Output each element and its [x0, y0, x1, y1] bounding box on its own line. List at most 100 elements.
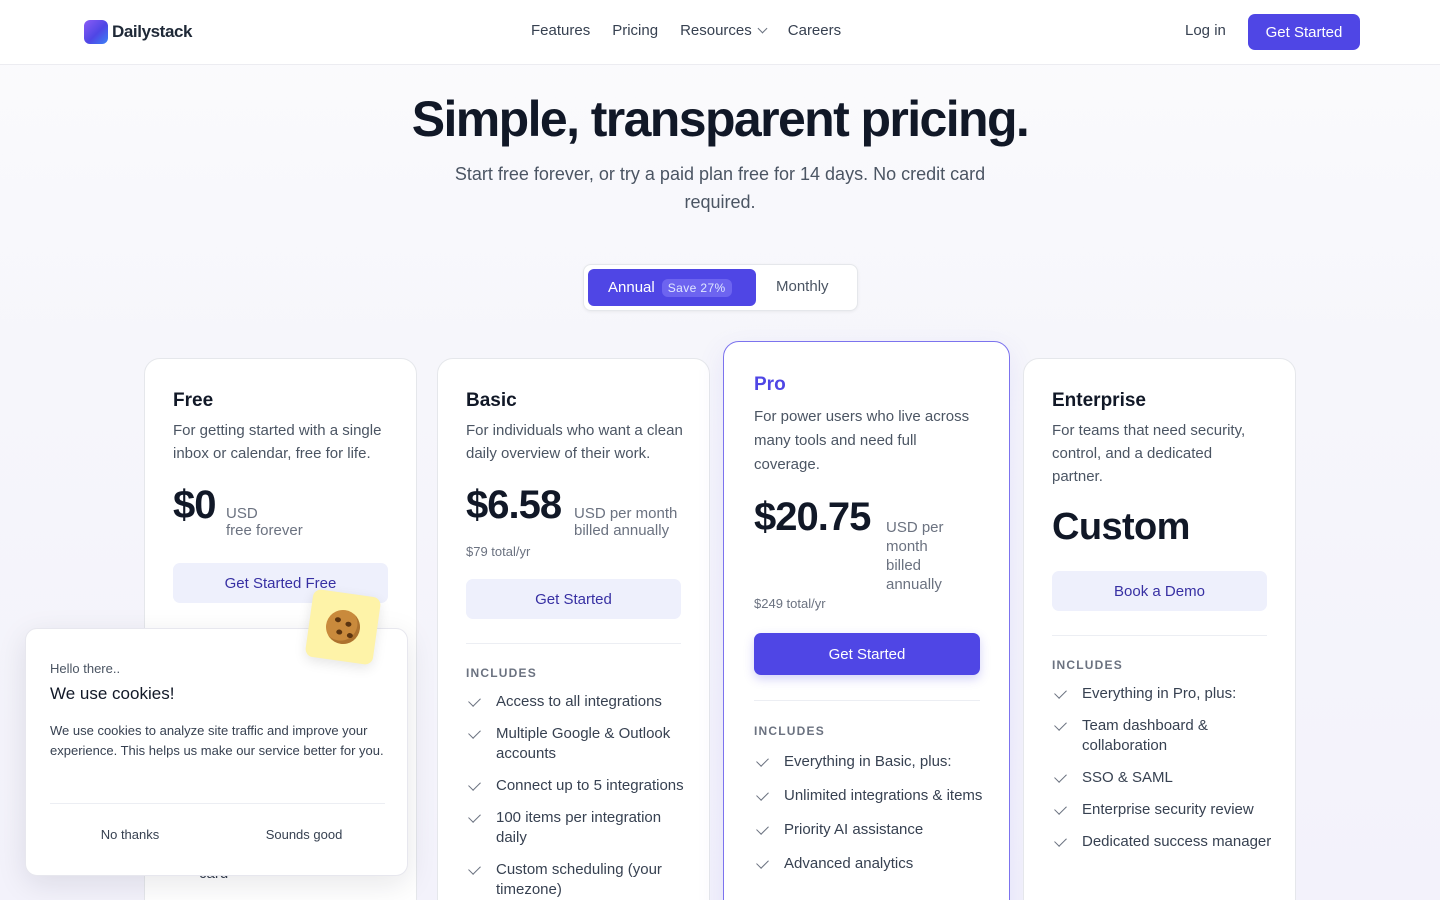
includes-label: INCLUDES: [466, 666, 537, 680]
check-icon: [468, 694, 481, 707]
price-unit: USD: [226, 505, 258, 522]
feature-item: Multiple Google & Outlook accounts: [466, 724, 686, 764]
nav-link-features[interactable]: Features: [531, 22, 590, 39]
check-icon: [756, 788, 769, 801]
login-link[interactable]: Log in: [1185, 22, 1226, 39]
check-icon: [468, 810, 481, 823]
plan-card-pro: Pro For power users who live across many…: [723, 341, 1010, 900]
feature-text: Custom scheduling (your timezone): [496, 861, 662, 898]
check-icon: [1054, 802, 1067, 815]
chevron-down-icon: [757, 23, 768, 34]
feature-item: Everything in Pro, plus:: [1052, 684, 1277, 704]
plan-price: Custom: [1052, 506, 1190, 548]
check-icon: [756, 856, 769, 869]
cookie-graphic: [323, 607, 363, 647]
plan-name: Pro: [754, 374, 786, 395]
divider: [466, 643, 681, 644]
cookie-decline-button[interactable]: No thanks: [50, 827, 210, 842]
check-icon: [756, 822, 769, 835]
billing-annual-option[interactable]: Annual Save 27%: [588, 269, 756, 306]
feature-item: Team dashboard & collaboration: [1052, 716, 1277, 756]
billing-annual-label: Annual: [608, 279, 655, 296]
feature-item: Unlimited integrations & items: [754, 786, 984, 806]
feature-text: SSO & SAML: [1082, 769, 1173, 786]
check-icon: [468, 726, 481, 739]
check-icon: [756, 754, 769, 767]
plan-price-note: USD per month billed annually: [574, 505, 677, 539]
get-started-button[interactable]: Get Started: [1248, 14, 1360, 50]
feature-item: Custom scheduling (your timezone): [466, 860, 686, 900]
check-icon: [1054, 770, 1067, 783]
includes-label: INCLUDES: [1052, 658, 1123, 672]
feature-text: Unlimited integrations & items: [784, 787, 983, 804]
feature-item: Access to all integrations: [466, 692, 686, 712]
cookie-banner: Hello there.. We use cookies! We use coo…: [25, 628, 408, 876]
feature-item: Dedicated success manager: [1052, 832, 1277, 852]
plan-name: Enterprise: [1052, 390, 1146, 411]
brand-logo[interactable]: Dailystack: [84, 20, 193, 44]
plan-card-enterprise: Enterprise For teams that need security,…: [1023, 358, 1296, 900]
check-icon: [1054, 718, 1067, 731]
feature-list: Everything in Basic, plus: Unlimited int…: [754, 752, 984, 888]
billing-toggle: Annual Save 27% Monthly: [583, 264, 858, 311]
cookie-accept-button[interactable]: Sounds good: [224, 827, 384, 842]
divider: [50, 803, 385, 804]
cookie-body: We use cookies to analyze site traffic a…: [50, 723, 384, 758]
cookie-icon: [304, 588, 382, 666]
nav-link-careers[interactable]: Careers: [788, 22, 841, 39]
feature-item: Everything in Basic, plus:: [754, 752, 984, 772]
nav-links: Features Pricing Resources Careers: [531, 22, 841, 39]
billing-monthly-option[interactable]: Monthly: [776, 278, 829, 295]
feature-text: Multiple Google & Outlook accounts: [496, 725, 671, 762]
pro-get-started-button[interactable]: Get Started: [754, 633, 980, 675]
check-icon: [1054, 834, 1067, 847]
plan-description: For getting started with a single inbox …: [173, 422, 382, 462]
plan-price: $0: [173, 483, 216, 527]
includes-label: INCLUDES: [754, 724, 825, 738]
price-unit: USD per month: [574, 505, 678, 522]
feature-list: Everything in Pro, plus: Team dashboard …: [1052, 684, 1277, 864]
feature-text: 100 items per integration daily: [496, 809, 662, 846]
price-period: free forever: [226, 522, 303, 539]
plan-name: Basic: [466, 390, 517, 411]
feature-item: SSO & SAML: [1052, 768, 1277, 788]
book-demo-button[interactable]: Book a Demo: [1052, 571, 1267, 611]
cookie-greeting: Hello there..: [50, 661, 121, 676]
plan-card-basic: Basic For individuals who want a clean d…: [437, 358, 710, 900]
nav-link-pricing[interactable]: Pricing: [612, 22, 658, 39]
feature-text: Priority AI assistance: [784, 821, 924, 838]
plan-price: $6.58: [466, 483, 562, 527]
divider: [754, 700, 980, 701]
price-period: billed annually: [574, 522, 670, 539]
brand-name: Dailystack: [112, 22, 193, 41]
check-icon: [468, 862, 481, 875]
feature-text: Everything in Pro, plus:: [1082, 685, 1237, 702]
page-subtitle: Start free forever, or try a paid plan f…: [454, 164, 986, 212]
save-badge: Save 27%: [661, 278, 732, 297]
feature-text: Everything in Basic, plus:: [784, 753, 952, 770]
feature-text: Connect up to 5 integrations: [496, 777, 684, 794]
feature-item: Priority AI assistance: [754, 820, 984, 840]
plan-price: $20.75: [754, 495, 871, 539]
feature-text: Advanced analytics: [784, 855, 914, 872]
page-title: Simple, transparent pricing.: [411, 91, 1030, 147]
check-icon: [468, 778, 481, 791]
feature-item: Enterprise security review: [1052, 800, 1277, 820]
feature-text: Team dashboard & collaboration: [1082, 717, 1208, 754]
logo-icon: [84, 20, 108, 44]
feature-text: Enterprise security review: [1082, 801, 1254, 818]
plan-name: Free: [173, 390, 214, 411]
plan-description: For teams that need security, control, a…: [1052, 422, 1246, 485]
plan-total: $249 total/yr: [754, 596, 826, 611]
nav-link-resources-label: Resources: [680, 22, 752, 39]
feature-item: Connect up to 5 integrations: [466, 776, 686, 796]
plan-total: $79 total/yr: [466, 544, 531, 559]
check-icon: [1054, 686, 1067, 699]
plan-description: For power users who live across many too…: [754, 408, 970, 473]
feature-item: Advanced analytics: [754, 854, 984, 874]
feature-text: Dedicated success manager: [1082, 833, 1272, 850]
basic-get-started-button[interactable]: Get Started: [466, 579, 681, 619]
feature-text: Access to all integrations: [496, 693, 662, 710]
nav-link-resources[interactable]: Resources: [680, 22, 768, 39]
feature-item: 100 items per integration daily: [466, 808, 686, 848]
